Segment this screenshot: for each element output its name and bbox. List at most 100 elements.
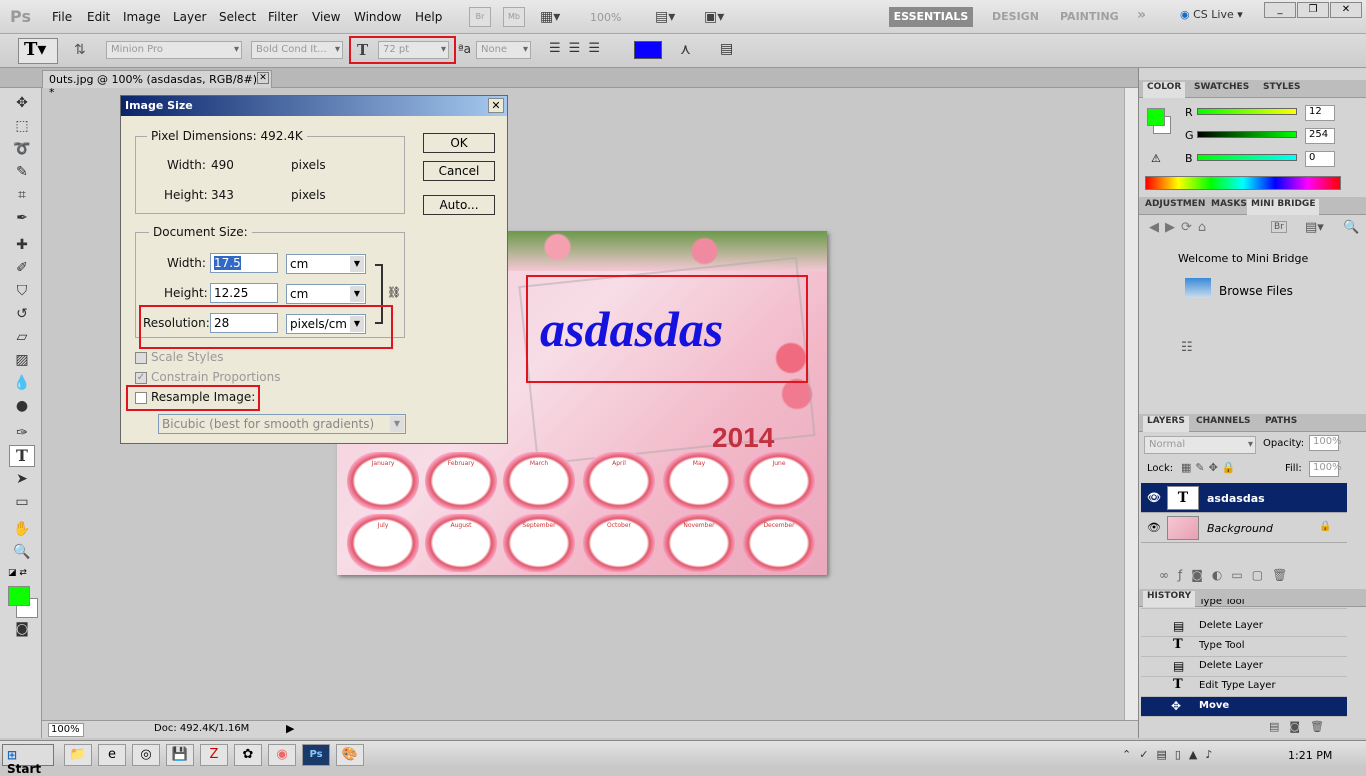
tab-layers[interactable]: LAYERS [1143, 416, 1189, 432]
healing-brush-icon[interactable]: ✚ [9, 234, 35, 256]
workspace-essentials[interactable]: ESSENTIALS [889, 7, 973, 27]
resolution-input[interactable]: 28 [210, 313, 278, 333]
constrain-checkbox[interactable]: ✓ [135, 372, 147, 384]
zoom-level-menu[interactable]: 100% [590, 11, 621, 24]
align-center-icon[interactable]: ☰ [569, 41, 589, 56]
lock-position-icon[interactable]: ✥ [1209, 461, 1222, 474]
tray-network-icon[interactable]: ▲ [1189, 748, 1205, 761]
link-layers-icon[interactable]: ∞ [1159, 568, 1178, 582]
new-group-icon[interactable]: ▭ [1231, 568, 1251, 582]
bridge-settings-icon[interactable]: ☷ [1181, 340, 1193, 355]
bridge-launch-button[interactable]: Br [1271, 221, 1287, 233]
lock-all-icon[interactable]: 🔒 [1222, 461, 1240, 474]
delete-state-icon[interactable]: 🗑 [1310, 720, 1334, 733]
marquee-tool-icon[interactable]: ⬚ [9, 115, 35, 137]
tab-color[interactable]: COLOR [1143, 82, 1186, 98]
eyedropper-tool-icon[interactable]: ✒ [9, 207, 35, 229]
cancel-button[interactable]: Cancel [423, 161, 495, 181]
align-right-icon[interactable]: ☰ [588, 41, 608, 56]
workspace-design[interactable]: DESIGN [992, 10, 1039, 23]
path-select-icon[interactable]: ➤ [9, 468, 35, 490]
brush-tool-icon[interactable]: ✐ [9, 257, 35, 279]
arrange-documents-icon[interactable]: ▤▾ [655, 9, 675, 25]
menu-file[interactable]: File [52, 10, 72, 24]
menu-image[interactable]: Image [123, 10, 161, 24]
lasso-tool-icon[interactable]: ➰ [9, 138, 35, 160]
fill-input[interactable]: 100% [1309, 461, 1342, 477]
delete-layer-icon[interactable]: 🗑 [1272, 568, 1296, 582]
extras-icon[interactable]: ▦▾ [540, 9, 560, 25]
gradient-tool-icon[interactable]: ▨ [9, 349, 35, 371]
photoshop-taskbar-icon[interactable]: Ps [302, 744, 330, 766]
tray-doc-icon[interactable]: ▤ [1156, 748, 1174, 761]
refresh-icon[interactable]: ⟳ [1181, 220, 1198, 235]
stamp-tool-icon[interactable]: ⛉ [9, 280, 35, 302]
b-input[interactable]: 0 [1305, 151, 1335, 167]
crop-tool-icon[interactable]: ⌗ [9, 184, 35, 206]
history-item-selected[interactable]: ✥ Move [1141, 697, 1347, 717]
font-size-dropdown[interactable]: 72 pt [378, 41, 449, 59]
dodge-tool-icon[interactable]: ● [9, 395, 35, 417]
new-layer-icon[interactable]: ▢ [1252, 568, 1272, 582]
mini-bridge-button[interactable]: Mb [503, 7, 525, 27]
history-brush-icon[interactable]: ↺ [9, 303, 35, 325]
cs-live-menu[interactable]: ◉ CS Live ▾ [1180, 8, 1243, 21]
tab-channels[interactable]: CHANNELS [1196, 416, 1251, 426]
history-item[interactable]: T Edit Type Layer [1141, 677, 1347, 697]
close-button[interactable]: ✕ [1330, 2, 1362, 18]
paint-icon[interactable]: 🎨 [336, 744, 364, 766]
dialog-close-icon[interactable]: ✕ [488, 98, 504, 113]
doc-width-unit-select[interactable]: cm [286, 254, 366, 274]
eraser-tool-icon[interactable]: ▱ [9, 326, 35, 348]
bridge-search-icon[interactable]: 🔍 [1343, 220, 1359, 235]
tray-battery-icon[interactable]: ▯ [1175, 748, 1189, 761]
status-zoom[interactable]: 100% [48, 723, 84, 737]
document-tab[interactable]: 0uts.jpg @ 100% (asdasdas, RGB/8#) * [42, 70, 272, 99]
browse-files-link[interactable]: Browse Files [1219, 284, 1293, 298]
antialias-dropdown[interactable]: None [476, 41, 531, 59]
add-mask-icon[interactable]: ◙ [1191, 568, 1212, 582]
r-slider[interactable] [1197, 108, 1297, 115]
type-tool-icon[interactable]: T [9, 445, 35, 467]
firefox-icon[interactable]: ◉ [268, 744, 296, 766]
history-item[interactable]: ▤ Delete Layer [1141, 617, 1347, 637]
layer-row-text[interactable]: 👁 T asdasdas [1141, 483, 1347, 513]
g-input[interactable]: 254 [1305, 128, 1335, 144]
tray-app-icon[interactable]: ✓ [1139, 748, 1156, 761]
app-icon[interactable]: ✿ [234, 744, 262, 766]
bridge-button[interactable]: Br [469, 7, 491, 27]
opacity-input[interactable]: 100% [1309, 435, 1342, 451]
tray-expand-icon[interactable]: ⌃ [1122, 748, 1139, 761]
dialog-titlebar[interactable]: Image Size [121, 96, 507, 116]
canvas-text-layer[interactable]: asdasdas [540, 300, 723, 358]
workspace-more-icon[interactable]: » [1137, 7, 1146, 23]
menu-view[interactable]: View [312, 10, 340, 24]
warp-text-icon[interactable]: ⋏ [680, 40, 691, 58]
color-spectrum-bar[interactable] [1145, 176, 1341, 190]
tool-preset-picker[interactable]: T▾ [18, 38, 58, 64]
font-family-dropdown[interactable]: Minion Pro [106, 41, 242, 59]
back-arrow-icon[interactable]: ◀ [1149, 220, 1165, 235]
tab-styles[interactable]: STYLES [1263, 82, 1301, 92]
explorer-icon[interactable]: 📁 [64, 744, 92, 766]
menu-layer[interactable]: Layer [173, 10, 206, 24]
layer-visibility-icon[interactable]: 👁 [1147, 491, 1161, 504]
ok-button[interactable]: OK [423, 133, 495, 153]
lock-transparent-icon[interactable]: ▦ [1181, 461, 1195, 474]
adjustment-icon[interactable]: ◐ [1212, 568, 1231, 582]
g-slider[interactable] [1197, 131, 1297, 138]
new-document-icon[interactable]: ▤ [1269, 720, 1289, 733]
filezilla-icon[interactable]: Z [200, 744, 228, 766]
taskbar-clock[interactable]: 1:21 PM [1288, 749, 1332, 762]
bridge-view-icon[interactable]: ▤▾ [1305, 220, 1324, 235]
save-app-icon[interactable]: 💾 [166, 744, 194, 766]
home-icon[interactable]: ⌂ [1198, 220, 1212, 235]
ie-icon[interactable]: e [98, 744, 126, 766]
doc-width-input[interactable]: 17.5 [210, 253, 278, 273]
tab-masks[interactable]: MASKS [1211, 199, 1247, 209]
auto-button[interactable]: Auto... [423, 195, 495, 215]
blend-mode-dropdown[interactable]: Normal [1144, 436, 1256, 454]
layer-row-background[interactable]: 👁 Background 🔒 [1141, 513, 1347, 543]
resample-method-select[interactable]: Bicubic (best for smooth gradients) [158, 414, 406, 434]
resample-checkbox[interactable] [135, 392, 147, 404]
